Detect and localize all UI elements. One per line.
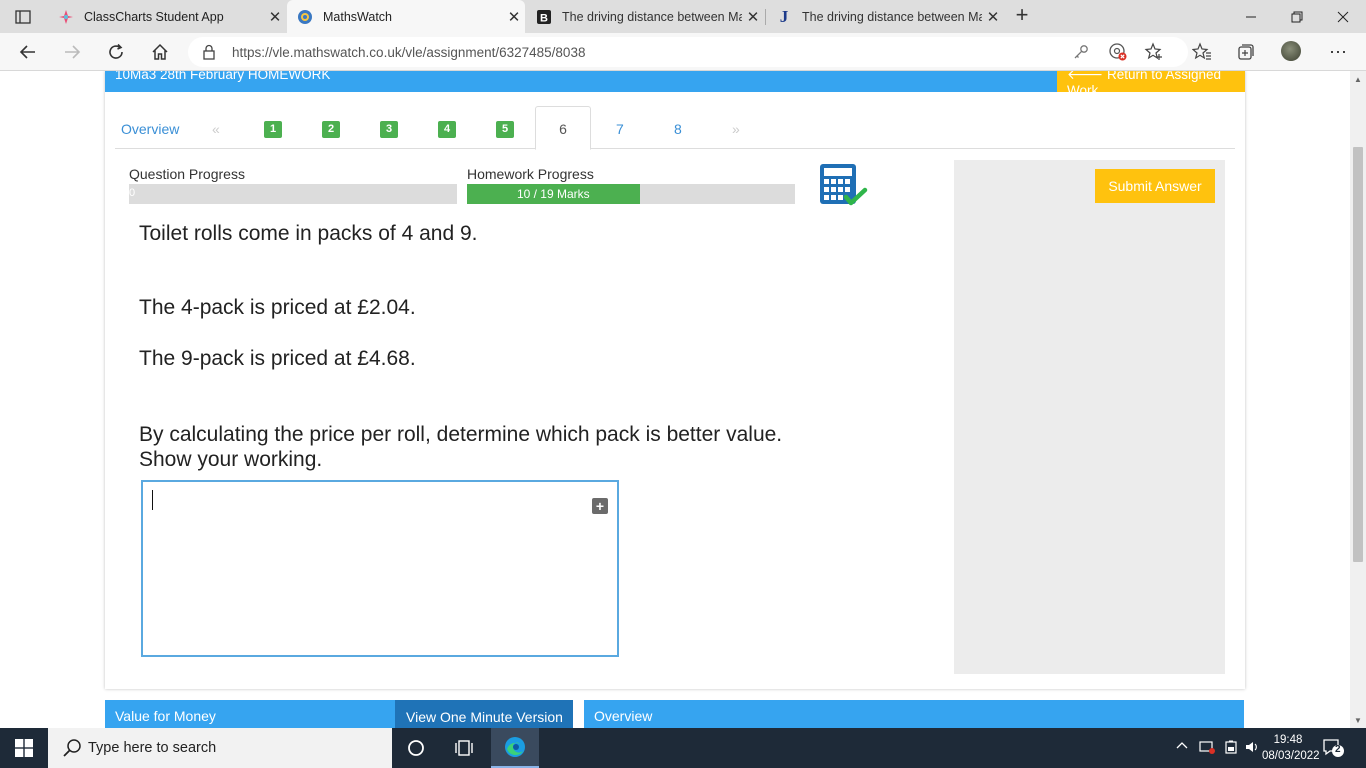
taskbar-search-box[interactable]: Type here to search <box>48 728 392 768</box>
question-progress-value: 0 <box>129 187 136 199</box>
browser-toolbar: https://vle.mathswatch.co.uk/vle/assignm… <box>0 33 1366 71</box>
tab-question-8[interactable]: 8 <box>674 121 682 137</box>
windows-start-icon[interactable] <box>0 728 48 768</box>
question-line-1: Toilet rolls come in packs of 4 and 9. <box>139 222 478 245</box>
return-to-assigned-work-button[interactable]: 🡐 Return to Assigned Work <box>1057 71 1245 98</box>
tab-next[interactable]: » <box>732 121 740 137</box>
overview-title: Overview <box>594 708 653 724</box>
homework-header: 10Ma3 28th February HOMEWORK 🡐 Return to… <box>105 71 1245 98</box>
browser-tab-driving-distance-1[interactable]: B The driving distance between Ma ✕ <box>526 0 764 33</box>
question-progress-label: Question Progress <box>129 166 245 182</box>
submit-answer-button[interactable]: Submit Answer <box>1095 169 1215 203</box>
tab-actions-icon[interactable] <box>10 7 36 27</box>
profile-avatar[interactable] <box>1281 41 1301 61</box>
calculator-allowed-icon <box>818 163 868 207</box>
battery-icon[interactable] <box>1224 740 1238 757</box>
tab-question-1[interactable]: 1 <box>264 121 282 138</box>
search-icon <box>62 738 82 763</box>
view-one-minute-version-button[interactable]: View One Minute Version <box>395 700 573 728</box>
lock-icon[interactable] <box>202 44 216 65</box>
tab-title: The driving distance between Ma <box>562 9 742 24</box>
text-caret <box>152 490 153 510</box>
add-favorite-icon[interactable] <box>1144 42 1164 62</box>
arrow-left-icon: 🡐 <box>1067 71 1104 82</box>
back-button[interactable] <box>14 38 42 66</box>
tab-question-4[interactable]: 4 <box>438 121 456 138</box>
browser-tab-strip: ClassCharts Student App ✕ MathsWatch ✕ B… <box>0 0 1366 33</box>
browser-tab-classcharts[interactable]: ClassCharts Student App ✕ <box>48 0 286 33</box>
close-tab-icon[interactable]: ✕ <box>982 8 1004 26</box>
j-icon: J <box>779 6 789 26</box>
close-window-button[interactable] <box>1320 0 1366 33</box>
answer-input[interactable]: + <box>141 480 619 657</box>
taskbar-clock[interactable]: 19:48 08/03/2022 <box>1262 732 1320 764</box>
browser-tab-driving-distance-2[interactable]: J The driving distance between Ma ✕ <box>766 0 1004 33</box>
question-progress-bar: 0 <box>129 184 457 204</box>
homework-progress-fill: 10 / 19 Marks <box>467 184 640 204</box>
forward-button[interactable] <box>58 38 86 66</box>
question-line-5: Show your working. <box>139 448 323 471</box>
tab-title: ClassCharts Student App <box>84 9 224 24</box>
minimize-button[interactable] <box>1228 0 1274 33</box>
restore-button[interactable] <box>1274 0 1320 33</box>
tab-title: The driving distance between Ma <box>802 9 982 24</box>
clock-date: 08/03/2022 <box>1262 750 1320 762</box>
overview-bar: Overview <box>584 700 1244 728</box>
windows-taskbar: Type here to search 19:48 08/03/2022 2 <box>0 728 1366 768</box>
topic-title: Value for Money <box>115 708 216 724</box>
task-view-icon[interactable] <box>440 728 488 768</box>
mathswatch-icon <box>297 9 313 25</box>
page-scrollbar[interactable]: ▲ ▼ <box>1350 71 1366 728</box>
topic-bar: Value for Money <box>105 700 395 728</box>
url-text[interactable]: https://vle.mathswatch.co.uk/vle/assignm… <box>232 45 585 60</box>
question-tabs: Overview « 1 2 3 4 5 6 7 8 » <box>115 106 1235 150</box>
search-placeholder: Type here to search <box>88 740 217 756</box>
question-line-2: The 4-pack is priced at £2.04. <box>139 296 416 319</box>
edge-taskbar-icon[interactable] <box>491 728 539 768</box>
show-hidden-icons[interactable] <box>1176 740 1188 755</box>
scroll-down-icon[interactable]: ▼ <box>1354 716 1362 725</box>
key-icon[interactable] <box>1071 42 1091 62</box>
close-tab-icon[interactable]: ✕ <box>264 8 286 26</box>
tab-question-7[interactable]: 7 <box>616 121 624 137</box>
home-button[interactable] <box>146 38 174 66</box>
tab-title: MathsWatch <box>323 9 393 24</box>
new-tab-button[interactable]: + <box>1010 4 1034 28</box>
tab-question-6[interactable]: 6 <box>535 106 591 150</box>
svg-text:B: B <box>540 12 548 24</box>
scrollbar-thumb[interactable] <box>1353 147 1363 562</box>
question-line-3: The 9-pack is priced at £4.68. <box>139 347 416 370</box>
tab-overview[interactable]: Overview <box>121 121 179 137</box>
cortana-icon[interactable] <box>392 728 440 768</box>
homework-progress-label: Homework Progress <box>467 166 594 182</box>
tab-question-2[interactable]: 2 <box>322 121 340 138</box>
tracking-prevention-icon[interactable] <box>1108 42 1128 62</box>
question-line-4: By calculating the price per roll, deter… <box>139 423 783 446</box>
refresh-button[interactable] <box>102 38 130 66</box>
close-tab-icon[interactable]: ✕ <box>503 8 525 26</box>
notification-center-icon[interactable]: 2 <box>1322 738 1344 758</box>
homework-progress-bar: 10 / 19 Marks <box>467 184 795 204</box>
page-viewport: 10Ma3 28th February HOMEWORK 🡐 Return to… <box>0 71 1350 728</box>
more-options-icon[interactable]: ⋯ <box>1328 42 1348 62</box>
notification-count: 2 <box>1335 744 1341 755</box>
tab-previous[interactable]: « <box>212 121 220 137</box>
collections-icon[interactable] <box>1236 42 1256 62</box>
tab-question-5[interactable]: 5 <box>496 121 514 138</box>
answer-sidebar: Submit Answer <box>954 160 1225 674</box>
expand-plus-icon[interactable]: + <box>592 498 608 514</box>
network-status-icon[interactable] <box>1199 740 1215 757</box>
homework-title: 10Ma3 28th February HOMEWORK <box>115 71 331 82</box>
favorites-icon[interactable] <box>1192 42 1212 62</box>
scroll-up-icon[interactable]: ▲ <box>1354 75 1362 84</box>
address-bar[interactable]: https://vle.mathswatch.co.uk/vle/assignm… <box>188 37 1188 67</box>
close-tab-icon[interactable]: ✕ <box>742 8 764 26</box>
tab-question-3[interactable]: 3 <box>380 121 398 138</box>
volume-icon[interactable] <box>1245 740 1259 757</box>
browser-tab-mathswatch[interactable]: MathsWatch ✕ <box>287 0 525 33</box>
clock-time: 19:48 <box>1273 734 1303 746</box>
classcharts-icon <box>58 9 74 25</box>
b-icon: B <box>536 9 552 25</box>
